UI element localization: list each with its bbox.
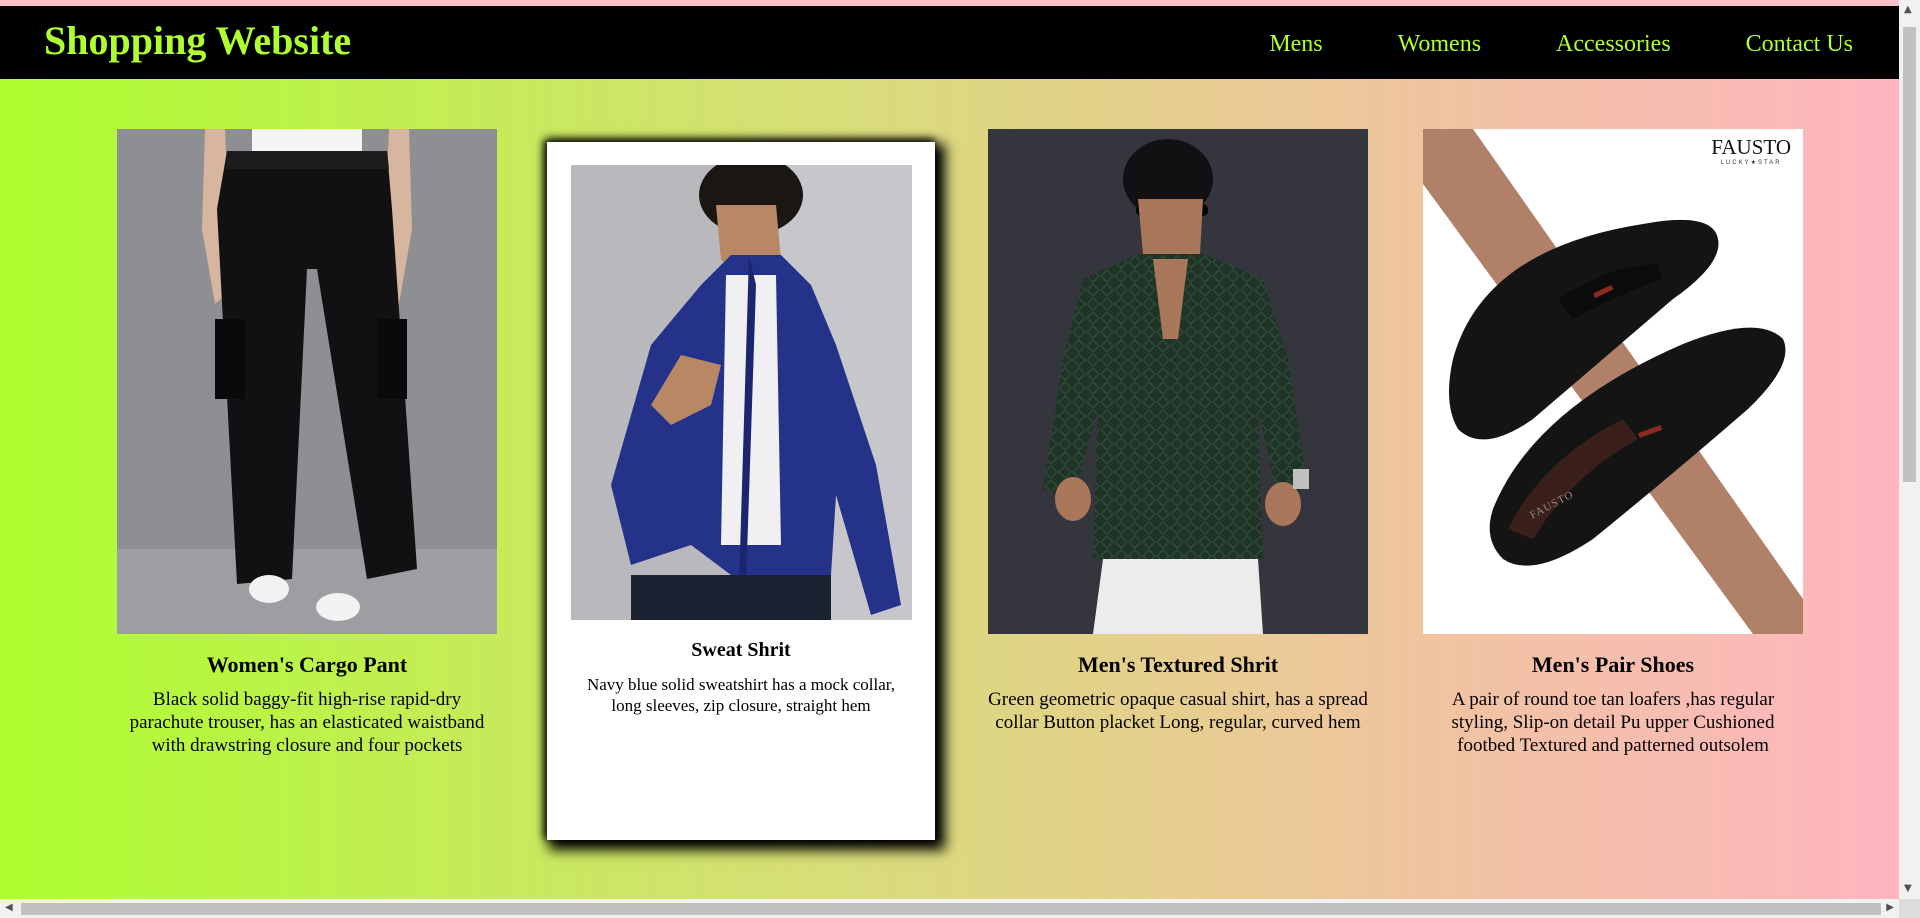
product-description: Black solid baggy-fit high-rise rapid-dr… xyxy=(129,689,485,757)
horizontal-scrollbar[interactable]: ◀ ▶ xyxy=(0,899,1899,918)
nav-link-womens[interactable]: Womens xyxy=(1398,32,1481,56)
site-brand[interactable]: Shopping Website xyxy=(44,21,351,61)
page-viewport: Shopping Website Mens Womens Accessories… xyxy=(0,6,1899,899)
product-description: Navy blue solid sweatshirt has a mock co… xyxy=(586,675,896,715)
product-card-cargo-pant[interactable]: Women's Cargo Pant Black solid baggy-fit… xyxy=(117,129,497,757)
textured-shirt-illustration xyxy=(988,129,1368,634)
cargo-pant-illustration xyxy=(117,129,497,634)
product-card-sweat-shirt[interactable]: Sweat Shrit Navy blue solid sweatshirt h… xyxy=(547,142,935,840)
product-title: Sweat Shrit xyxy=(691,639,791,661)
nav-link-contact-us[interactable]: Contact Us xyxy=(1746,32,1853,56)
brand-logo-text: FAUSTO xyxy=(1711,135,1791,159)
product-description: Green geometric opaque casual shirt, has… xyxy=(988,689,1368,734)
top-navbar: Shopping Website Mens Womens Accessories… xyxy=(0,6,1899,79)
product-title: Men's Pair Shoes xyxy=(1531,652,1695,677)
product-image-textured-shirt[interactable] xyxy=(988,129,1368,634)
sweat-shirt-illustration xyxy=(571,165,912,620)
product-image-pair-shoes[interactable]: FAUSTO LUCKY★STAR FAUSTO xyxy=(1423,129,1803,634)
vertical-scrollbar[interactable]: ▲ ▼ xyxy=(1899,0,1920,899)
product-image-sweat-shirt[interactable] xyxy=(571,165,912,620)
scroll-down-icon[interactable]: ▼ xyxy=(1904,884,1912,894)
scroll-right-icon[interactable]: ▶ xyxy=(1886,903,1894,913)
horizontal-scroll-thumb[interactable] xyxy=(21,903,1881,915)
product-title: Men's Textured Shrit xyxy=(1077,652,1279,677)
scroll-left-icon[interactable]: ◀ xyxy=(5,903,13,913)
brand-logo-subtext: LUCKY★STAR xyxy=(1720,160,1782,166)
brand-logo-fausto: FAUSTO LUCKY★STAR xyxy=(1711,135,1791,167)
pair-shoes-illustration xyxy=(1423,129,1803,634)
product-image-cargo-pant[interactable] xyxy=(117,129,497,634)
product-title: Women's Cargo Pant xyxy=(206,652,408,677)
nav-links: Mens Womens Accessories Contact Us xyxy=(1194,32,1853,56)
product-card-textured-shirt[interactable]: Men's Textured Shrit Green geometric opa… xyxy=(988,129,1368,734)
nav-link-mens[interactable]: Mens xyxy=(1269,32,1322,56)
vertical-scroll-thumb[interactable] xyxy=(1903,27,1916,482)
scroll-up-icon[interactable]: ▲ xyxy=(1904,5,1912,15)
scrollbar-corner xyxy=(1899,899,1920,918)
nav-link-accessories[interactable]: Accessories xyxy=(1556,32,1671,56)
product-description: A pair of round toe tan loafers ,has reg… xyxy=(1451,689,1775,757)
product-card-pair-shoes[interactable]: FAUSTO LUCKY★STAR FAUSTO Men's Pair Shoe… xyxy=(1423,129,1803,757)
